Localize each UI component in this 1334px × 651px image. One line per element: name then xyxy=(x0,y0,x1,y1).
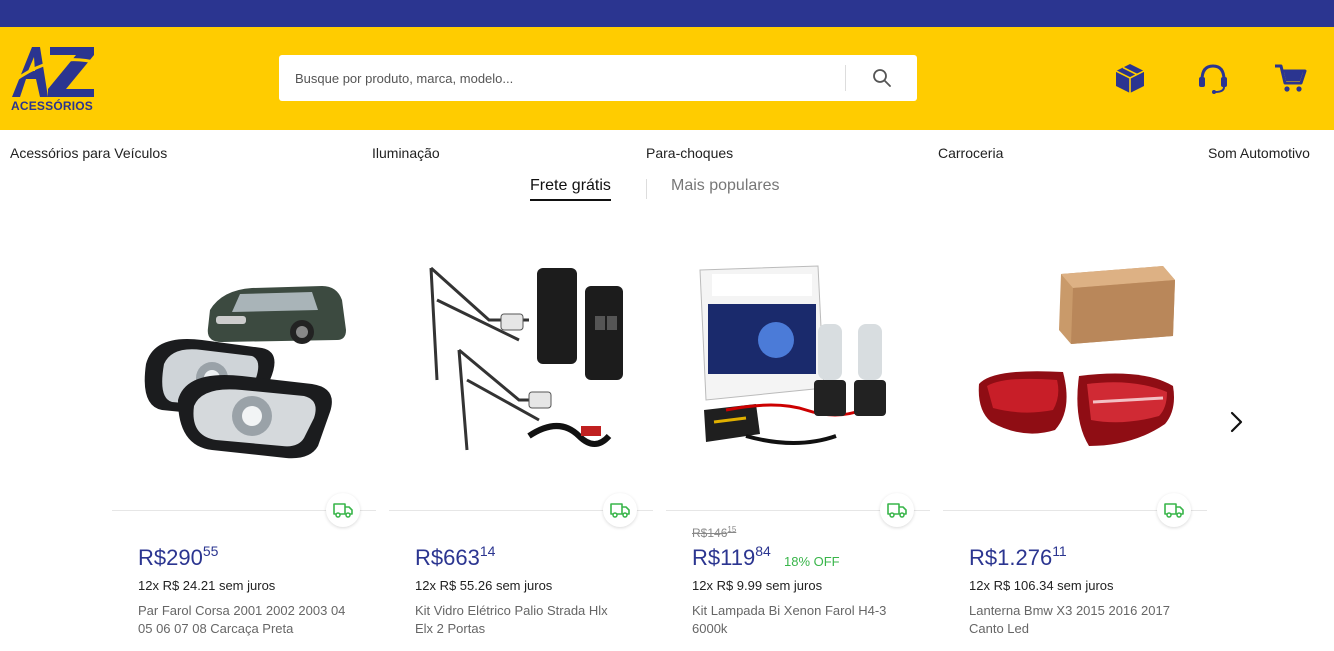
category-acessorios[interactable]: Acessórios para Veículos xyxy=(10,145,167,161)
carousel-next-button[interactable] xyxy=(1222,408,1250,436)
free-shipping-badge xyxy=(880,493,914,527)
truck-icon xyxy=(610,503,630,518)
search-input[interactable] xyxy=(279,55,845,101)
category-som-automotivo[interactable]: Som Automotivo xyxy=(1208,145,1310,161)
discount-badge: 18% OFF xyxy=(784,554,840,569)
search-bar xyxy=(279,55,917,101)
free-shipping-badge xyxy=(1157,493,1191,527)
installments: 12x R$ 55.26 sem juros xyxy=(415,578,553,593)
installments: 12x R$ 106.34 sem juros xyxy=(969,578,1114,593)
cart-icon[interactable] xyxy=(1272,60,1308,96)
top-strip xyxy=(0,0,1334,27)
chevron-right-icon xyxy=(1230,411,1243,433)
product-image-taillights xyxy=(963,260,1187,470)
truck-icon xyxy=(887,503,907,518)
tab-frete-gratis[interactable]: Frete grátis xyxy=(530,177,611,201)
product-image-xenon-kit xyxy=(686,260,910,470)
header: ACESSÓRIOS xyxy=(0,27,1334,130)
product-name[interactable]: Par Farol Corsa 2001 2002 2003 04 05 06 … xyxy=(138,602,348,638)
category-carroceria[interactable]: Carroceria xyxy=(938,145,1003,161)
tab-mais-populares[interactable]: Mais populares xyxy=(671,177,780,199)
search-button[interactable] xyxy=(846,55,917,101)
product-image-headlights xyxy=(132,260,356,470)
product-price: R$1.27611 xyxy=(969,543,1067,570)
product-price: R$66314 xyxy=(415,543,496,570)
old-price: R$14615 xyxy=(692,525,737,540)
product-tabs: Frete grátis Mais populares xyxy=(0,177,1334,203)
installments: 12x R$ 24.21 sem juros xyxy=(138,578,276,593)
product-price: R$29055 xyxy=(138,543,219,570)
product-image-window-kit xyxy=(409,260,633,470)
installments: 12x R$ 9.99 sem juros xyxy=(692,578,823,593)
category-nav: Acessórios para Veículos Iluminação Para… xyxy=(0,130,1334,176)
search-icon xyxy=(872,69,891,87)
truck-icon xyxy=(1164,503,1184,518)
category-iluminacao[interactable]: Iluminação xyxy=(372,145,440,161)
product-card[interactable]: R$66314 12x R$ 55.26 sem juros Kit Vidro… xyxy=(389,240,653,651)
product-card[interactable]: R$29055 12x R$ 24.21 sem juros Par Farol… xyxy=(112,240,376,651)
product-price: R$11984 xyxy=(692,543,771,570)
product-card[interactable]: R$14615 R$11984 18% OFF 12x R$ 9.99 sem … xyxy=(666,240,930,651)
tab-divider xyxy=(646,179,647,199)
brand-subtitle: ACESSÓRIOS xyxy=(11,99,94,113)
product-name[interactable]: Kit Lampada Bi Xenon Farol H4-3 6000k xyxy=(692,602,902,638)
free-shipping-badge xyxy=(326,493,360,527)
headset-icon[interactable] xyxy=(1195,60,1231,96)
product-name[interactable]: Lanterna Bmw X3 2015 2016 2017 Canto Led xyxy=(969,602,1179,638)
free-shipping-badge xyxy=(603,493,637,527)
category-para-choques[interactable]: Para-choques xyxy=(646,145,733,161)
product-card[interactable]: R$1.27611 12x R$ 106.34 sem juros Lanter… xyxy=(943,240,1207,651)
box-icon[interactable] xyxy=(1112,60,1148,96)
truck-icon xyxy=(333,503,353,518)
product-name[interactable]: Kit Vidro Elétrico Palio Strada Hlx Elx … xyxy=(415,602,625,638)
